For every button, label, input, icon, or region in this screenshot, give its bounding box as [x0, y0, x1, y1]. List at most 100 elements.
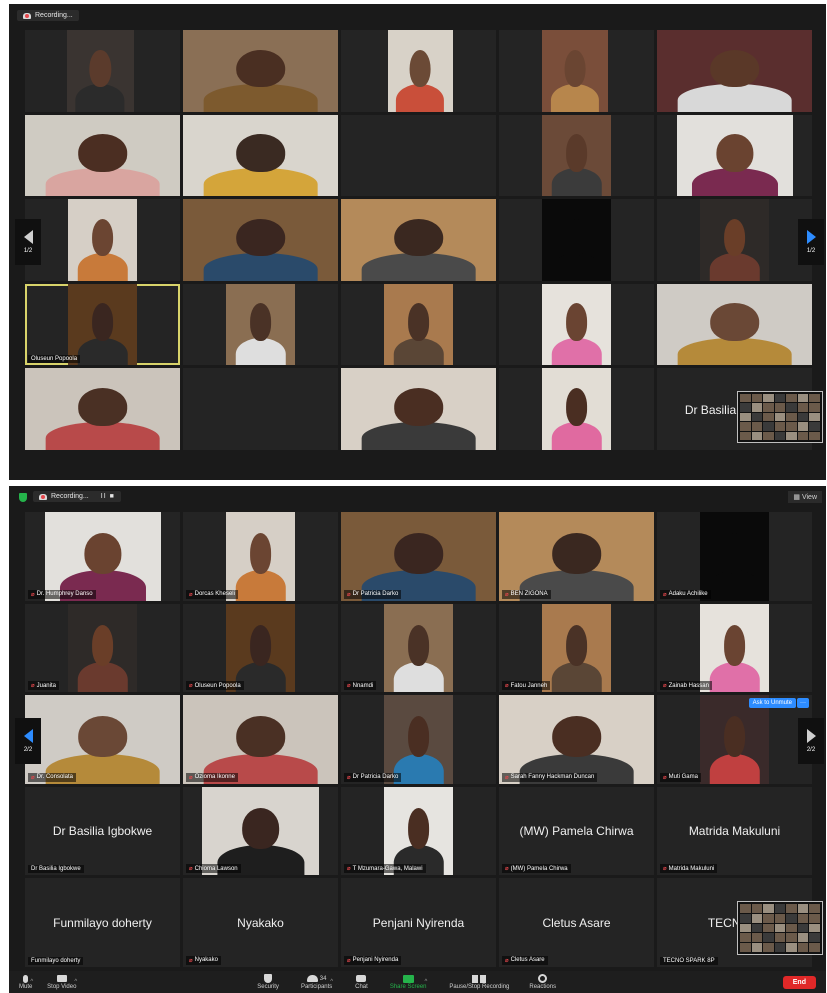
participant-tile[interactable] [341, 283, 496, 366]
muted-microphone-icon: ⌀ [189, 957, 193, 964]
participant-tile[interactable]: Funmilayo doherty Funmilayo doherty [25, 878, 180, 967]
participant-tile[interactable]: Matrida Makuluni ⌀ Matrida Makuluni [657, 786, 812, 876]
participant-tile[interactable] [657, 114, 812, 197]
participant-name-tag: ⌀ Matrida Makuluni [660, 864, 718, 874]
end-meeting-button[interactable]: End [782, 975, 816, 989]
participant-tile[interactable] [499, 283, 654, 366]
participant-tile[interactable]: Penjani Nyirenda ⌀ Penjani Nyirenda [341, 878, 496, 967]
participant-name-tag: ⌀ Penjani Nyirenda [344, 955, 402, 965]
chevron-up-icon[interactable]: ^ [74, 979, 77, 985]
participant-tile[interactable] [341, 368, 496, 450]
gallery-thumbnail-overview[interactable] [737, 391, 823, 443]
muted-microphone-icon: ⌀ [189, 683, 193, 690]
thumbnail-cell [751, 913, 763, 923]
participant-tile[interactable]: Cletus Asare ⌀ Cletus Asare [499, 878, 654, 967]
more-options-button[interactable]: ··· [797, 698, 809, 709]
participant-tile[interactable] [341, 199, 496, 281]
video-camera-icon [56, 975, 67, 982]
participant-tile[interactable] [183, 283, 338, 366]
participant-tile[interactable] [183, 114, 338, 197]
participant-name-tag: Dr Basilia Igbokwe [28, 865, 84, 874]
thumbnail-cell [751, 904, 763, 913]
security-button[interactable]: Security [257, 974, 279, 990]
participant-tile[interactable] [341, 114, 496, 197]
participant-tile[interactable]: ⌀ Dr Patricia Darko [341, 695, 496, 784]
participant-tile[interactable] [341, 30, 496, 112]
participant-tile[interactable]: ⌀ Dr. Consolata [25, 695, 180, 784]
participant-tile[interactable] [25, 199, 180, 281]
chevron-up-icon[interactable]: ^ [30, 979, 33, 985]
participant-tile[interactable]: ⌀ Ozioma Ikonne [183, 695, 338, 784]
muted-microphone-icon: ⌀ [189, 774, 193, 781]
participant-tile[interactable] [657, 199, 812, 281]
thumbnail-cell [740, 904, 751, 913]
participant-tile[interactable]: ⌀ Dorcas Kheseli [183, 512, 338, 601]
participant-tile[interactable]: Dr Basilia Igbokwe Dr Basilia Igbokwe [25, 786, 180, 876]
participant-video [25, 368, 180, 450]
muted-microphone-icon: ⌀ [663, 683, 667, 690]
view-button[interactable]: ▦ View [788, 491, 822, 503]
participant-tile[interactable] [499, 30, 654, 112]
participant-tile[interactable] [657, 30, 812, 112]
participant-tile[interactable]: Oluseun Popoola [25, 283, 180, 366]
participant-name-label: Dr Basilia Igbokwe [31, 866, 81, 873]
participant-tile[interactable]: ⌀ Dr Patricia Darko [341, 512, 496, 601]
recording-label: Recording... [35, 12, 73, 19]
thumbnail-cell [797, 431, 809, 440]
participant-tile[interactable]: ⌀ Zainab Hassan [657, 603, 812, 693]
reactions-button[interactable]: Reactions [529, 974, 556, 990]
participant-tile[interactable] [183, 368, 338, 450]
previous-page-button[interactable]: 2/2 [15, 718, 41, 764]
gallery-thumbnail-overview[interactable] [737, 901, 823, 955]
participant-display-name: Matrida Makuluni [688, 824, 781, 838]
recording-indicator[interactable]: Recording... II ■ [33, 491, 121, 502]
next-page-button[interactable]: 1/2 [798, 219, 824, 265]
participant-tile[interactable] [183, 30, 338, 112]
participant-tile[interactable]: ⌀ T Mzumara-Gawa, Malawi [341, 786, 496, 876]
participant-name-tag: Funmilayo doherty [28, 956, 84, 965]
chat-button[interactable]: Chat [355, 974, 368, 990]
share-screen-button[interactable]: Share Screen [390, 974, 427, 990]
participants-button[interactable]: 34 Participants [301, 974, 332, 990]
participant-video [542, 199, 611, 281]
participant-tile[interactable] [25, 368, 180, 450]
pause-stop-recording-button[interactable]: Pause/Stop Recording [449, 974, 509, 990]
participant-tile[interactable]: ⌀ Sarah Fanny Hackman Duncan [499, 695, 654, 784]
participant-tile[interactable]: ⌀ Chioma Lawson [183, 786, 338, 876]
participant-tile[interactable] [25, 114, 180, 197]
previous-page-button[interactable]: 1/2 [15, 219, 41, 265]
thumbnail-cell [763, 923, 774, 933]
participant-tile[interactable]: Nyakako ⌀ Nyakako [183, 878, 338, 967]
participant-tile[interactable] [25, 30, 180, 112]
participant-tile[interactable]: ⌀ Juanita [25, 603, 180, 693]
participant-tile[interactable] [499, 368, 654, 450]
next-page-button[interactable]: 2/2 [798, 718, 824, 764]
chevron-up-icon[interactable]: ^ [425, 979, 428, 985]
participant-tile[interactable] [499, 114, 654, 197]
participant-name-tag: ⌀ Nyakako [186, 955, 221, 965]
participant-tile[interactable]: ⌀ BEN ZIGONA [499, 512, 654, 601]
participant-name-label: TECNO SPARK 8P [663, 957, 715, 964]
participant-tile[interactable]: ⌀ Nnamdi [341, 603, 496, 693]
stop-video-button[interactable]: Stop Video [47, 974, 76, 990]
stop-video-label: Stop Video [47, 984, 77, 990]
participant-tile[interactable] [657, 283, 812, 366]
cloud-recording-icon [23, 12, 31, 19]
muted-microphone-icon: ⌀ [347, 591, 351, 598]
recording-indicator[interactable]: Recording... [17, 10, 79, 21]
participant-tile[interactable]: ⌀ Adaku Achilike [657, 512, 812, 601]
recording-controls[interactable]: II ■ [101, 493, 115, 500]
participant-tile[interactable]: ⌀ Fatou Janneh [499, 603, 654, 693]
participant-name-tag: ⌀ Fatou Janneh [502, 681, 551, 691]
ask-to-unmute-button[interactable]: Ask to Unmute [748, 698, 796, 709]
participant-name-tag: ⌀ (MW) Pamela Chirwa [502, 864, 571, 874]
participant-tile[interactable]: (MW) Pamela Chirwa ⌀ (MW) Pamela Chirwa [499, 786, 654, 876]
chevron-up-icon[interactable]: ^ [330, 979, 333, 985]
participant-tile[interactable]: ⌀ Oluseun Popoola [183, 603, 338, 693]
participant-tile[interactable] [183, 199, 338, 281]
participant-tile[interactable]: ⌀ Dr. Humphrey Danso [25, 512, 180, 601]
participant-tile[interactable] [499, 199, 654, 281]
thumbnail-cell [774, 933, 786, 943]
participant-name-label: T Mzumara-Gawa, Malawi [352, 865, 423, 872]
participant-tile[interactable]: ⌀ Muti Gama Ask to Unmute ··· [657, 695, 812, 784]
